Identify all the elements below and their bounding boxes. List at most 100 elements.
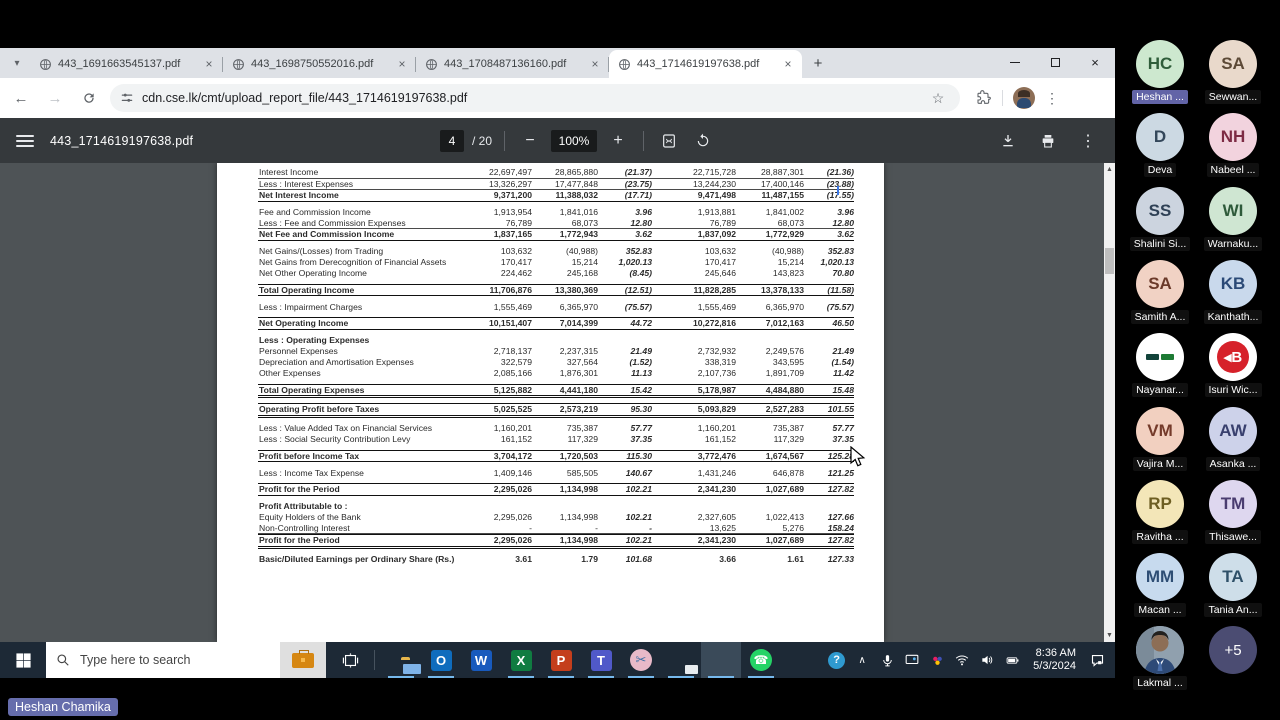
row-label: Profit before Income Tax: [258, 451, 462, 462]
feedback-taskbar-button[interactable]: [661, 642, 701, 678]
zoom-in-button[interactable]: +: [605, 128, 631, 154]
browser-tab[interactable]: 443_1691663545137.pdf×: [30, 50, 223, 78]
task-view-button[interactable]: [332, 642, 368, 678]
url-text[interactable]: cdn.cse.lk/cmt/upload_report_file/443_17…: [142, 91, 926, 105]
outlook-taskbar-button[interactable]: O: [421, 642, 461, 678]
participant-tile[interactable]: HCHeshan ...: [1120, 40, 1200, 109]
participant-tile[interactable]: MMMacan ...: [1120, 553, 1200, 622]
new-tab-button[interactable]: +: [806, 51, 830, 75]
tray-clock[interactable]: 8:36 AM 5/3/2024: [1033, 647, 1076, 673]
row-value: 102.21: [598, 512, 652, 523]
url-omnibox[interactable]: cdn.cse.lk/cmt/upload_report_file/443_17…: [110, 84, 960, 112]
tab-close-icon[interactable]: ×: [394, 56, 410, 72]
mouse-cursor: [850, 446, 866, 468]
zoom-out-button[interactable]: −: [517, 128, 543, 154]
battery-icon[interactable]: [1004, 652, 1020, 668]
chrome-taskbar-button[interactable]: [701, 642, 741, 678]
row-value: 11,388,032: [532, 190, 598, 201]
participant-tile[interactable]: DDeva: [1120, 113, 1200, 182]
briefcase-icon: [292, 653, 314, 668]
participant-tile[interactable]: SASewwan...: [1193, 40, 1273, 109]
scroll-down-icon[interactable]: ▼: [1104, 629, 1115, 642]
forward-button[interactable]: →: [42, 85, 68, 111]
bookmark-star-icon[interactable]: ☆: [926, 90, 950, 107]
participant-tile[interactable]: SASamith A...: [1120, 260, 1200, 329]
wifi-icon[interactable]: [954, 652, 970, 668]
search-highlight-button[interactable]: [280, 642, 326, 678]
window-minimize-button[interactable]: [995, 48, 1035, 76]
participant-name-label: Tania An...: [1204, 603, 1261, 617]
screen-share-icon[interactable]: [904, 652, 920, 668]
row-value: 1,555,469: [652, 302, 736, 313]
tab-close-icon[interactable]: ×: [587, 56, 603, 72]
snip-taskbar-button[interactable]: ✂: [621, 642, 661, 678]
participant-tile[interactable]: TMThisawe...: [1193, 480, 1273, 549]
scroll-up-icon[interactable]: ▲: [1104, 163, 1115, 176]
row-value: 2,295,026: [462, 484, 532, 495]
taskbar-search-input[interactable]: Type here to search: [46, 642, 280, 678]
profile-avatar[interactable]: [1013, 87, 1035, 109]
participant-tile[interactable]: Nayanar...: [1120, 333, 1200, 402]
table-row: Personnel Expenses2,718,1372,237,31521.4…: [258, 346, 854, 357]
start-button[interactable]: [0, 642, 46, 678]
window-close-button[interactable]: ×: [1075, 48, 1115, 76]
participant-tile[interactable]: ◂BIsuri Wic...: [1193, 333, 1273, 402]
word-taskbar-button[interactable]: W: [461, 642, 501, 678]
rotate-icon: [695, 133, 711, 149]
participant-tile[interactable]: RPRavitha ...: [1120, 480, 1200, 549]
print-button[interactable]: [1035, 128, 1061, 154]
participant-tile[interactable]: VMVajira M...: [1120, 407, 1200, 476]
pdf-more-menu-icon[interactable]: ⋮: [1075, 128, 1101, 154]
tray-chevron-up-icon[interactable]: ∧: [854, 652, 870, 668]
reload-button[interactable]: [76, 85, 102, 111]
whatsapp-taskbar-button[interactable]: ☎: [741, 642, 781, 678]
participant-tile[interactable]: TATania An...: [1193, 553, 1273, 622]
participant-tile[interactable]: Lakmal ...: [1120, 626, 1200, 695]
extensions-icon[interactable]: [976, 90, 992, 106]
fit-page-button[interactable]: [656, 128, 682, 154]
participant-tile[interactable]: SSShalini Si...: [1120, 187, 1200, 256]
participant-tile[interactable]: KBKanthath...: [1193, 260, 1273, 329]
participant-tile[interactable]: AWAsanka ...: [1193, 407, 1273, 476]
powerpoint-taskbar-button[interactable]: P: [541, 642, 581, 678]
pdf-menu-icon[interactable]: [16, 135, 34, 147]
tab-close-icon[interactable]: ×: [201, 56, 217, 72]
browser-menu-icon[interactable]: ⋮: [1045, 90, 1059, 107]
action-center-icon[interactable]: [1089, 652, 1105, 668]
viewer-scrollbar[interactable]: ▲ ▼: [1104, 163, 1115, 642]
file-explorer-taskbar-button[interactable]: [381, 642, 421, 678]
back-button[interactable]: ←: [8, 85, 34, 111]
participant-tile[interactable]: NHNabeel ...: [1193, 113, 1273, 182]
scrollbar-thumb[interactable]: [1105, 248, 1114, 274]
download-button[interactable]: [995, 128, 1021, 154]
browser-tab[interactable]: 443_1708487136160.pdf×: [416, 50, 609, 78]
teams-taskbar-button[interactable]: T: [581, 642, 621, 678]
row-label: Operating Profit before Taxes: [258, 404, 462, 415]
excel-taskbar-button[interactable]: X: [501, 642, 541, 678]
row-label: Net Interest Income: [258, 190, 462, 201]
row-value: (12.51): [598, 285, 652, 296]
window-restore-button[interactable]: [1035, 48, 1075, 76]
tab-close-icon[interactable]: ×: [780, 56, 796, 72]
volume-icon[interactable]: [979, 652, 995, 668]
task-view-icon: [342, 652, 359, 669]
participant-name-label: Warnaku...: [1204, 237, 1262, 251]
table-row: Profit Attributable to :: [258, 501, 854, 512]
rotate-button[interactable]: [690, 128, 716, 154]
pdf-toolbar: 443_1714619197638.pdf 4 / 20 − 100% + ⋮: [0, 118, 1115, 163]
color-app-icon[interactable]: [929, 652, 945, 668]
browser-tab[interactable]: 443_1714619197638.pdf×: [609, 50, 802, 78]
page-number-input[interactable]: 4: [440, 130, 464, 152]
table-row: Total Operating Income11,706,87613,380,3…: [258, 284, 854, 297]
row-value: 2,237,315: [532, 346, 598, 357]
browser-tab[interactable]: 443_1698750552016.pdf×: [223, 50, 416, 78]
microphone-icon[interactable]: [879, 652, 895, 668]
site-info-icon[interactable]: [120, 91, 134, 105]
pdf-title: 443_1714619197638.pdf: [50, 134, 193, 148]
tab-search-chevron-icon[interactable]: ▾: [6, 51, 28, 75]
help-icon[interactable]: ?: [828, 652, 845, 669]
participant-tile[interactable]: +5: [1193, 626, 1273, 674]
zoom-level-input[interactable]: 100%: [551, 130, 597, 152]
participant-tile[interactable]: WIWarnaku...: [1193, 187, 1273, 256]
participant-name-label: Lakmal ...: [1133, 676, 1187, 690]
